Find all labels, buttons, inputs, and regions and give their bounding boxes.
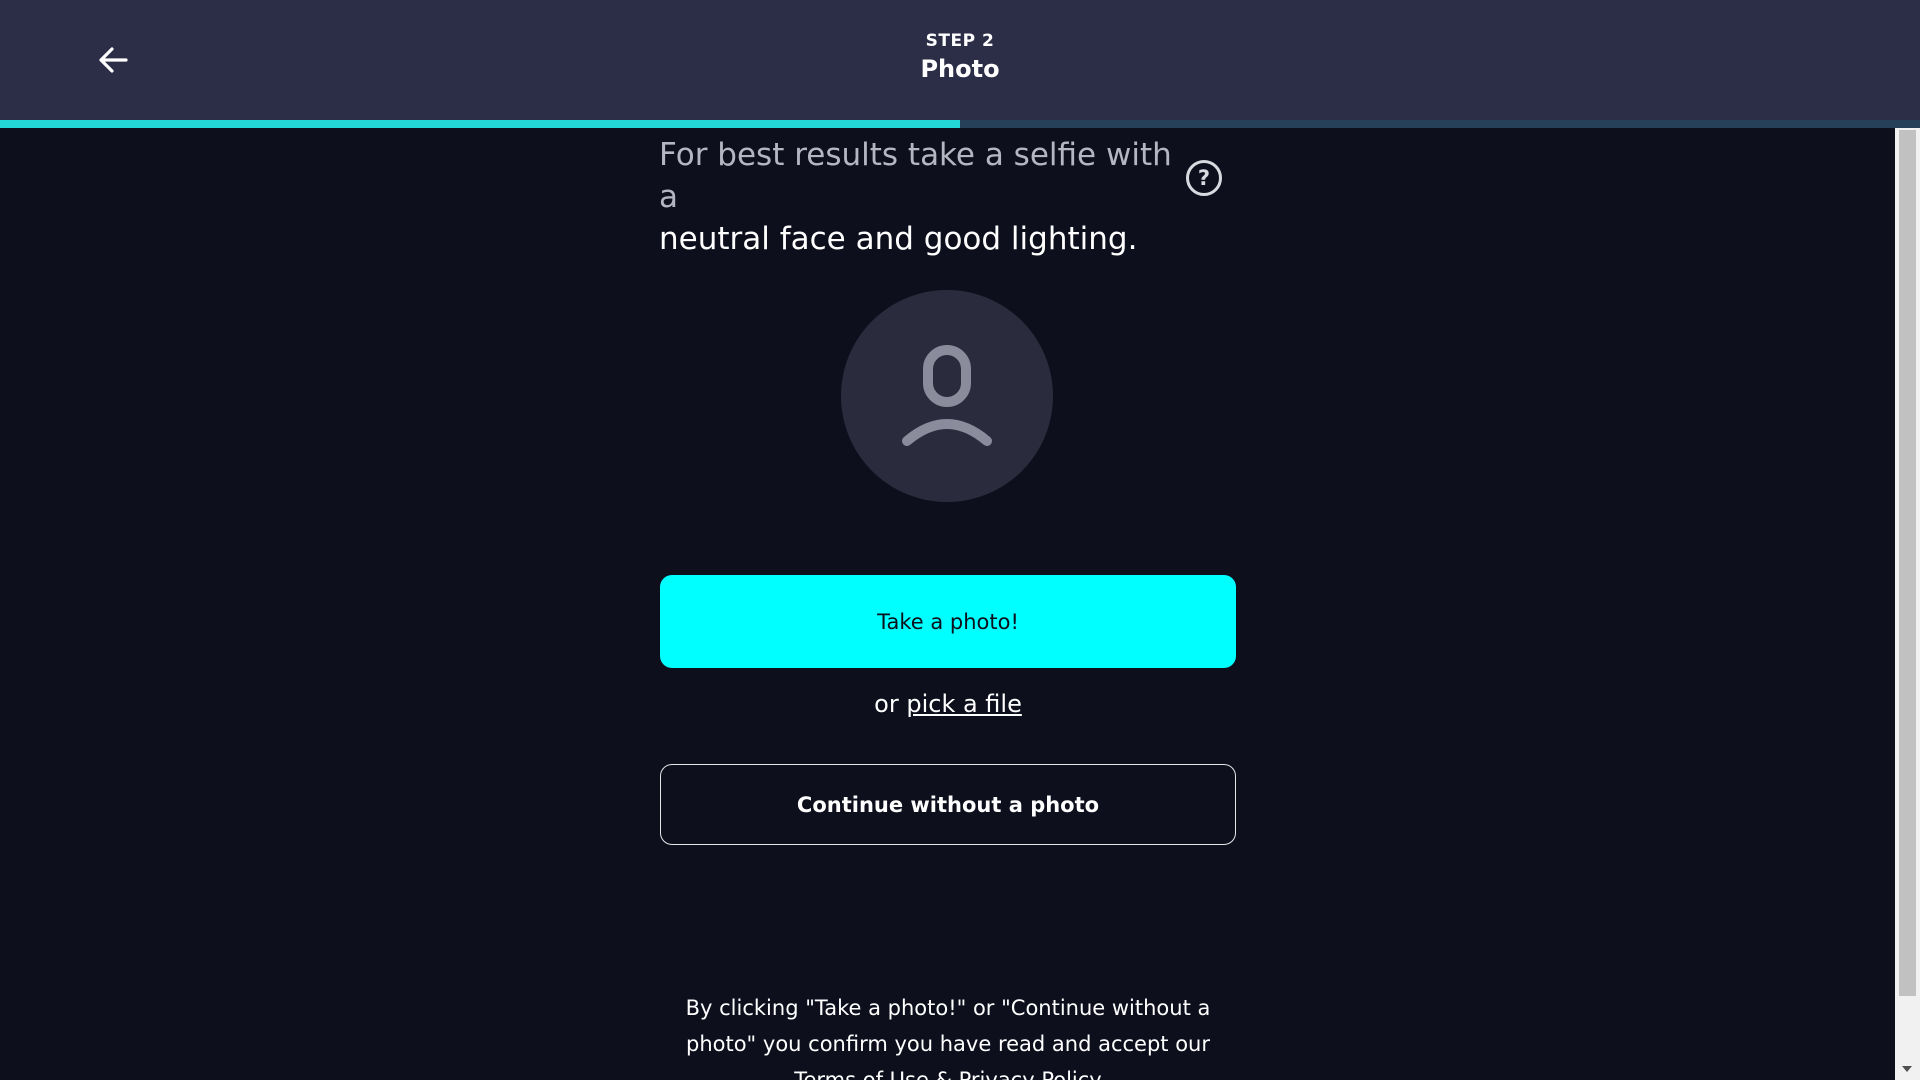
instruction-text: For best results take a selfie with a <box>659 137 1172 215</box>
scrollbar-thumb[interactable] <box>1899 130 1916 996</box>
terms-link[interactable]: Terms of Use & Privacy Policy <box>794 1068 1102 1080</box>
continue-without-photo-button[interactable]: Continue without a photo <box>660 764 1236 845</box>
question-circle-icon: ? <box>1197 166 1211 190</box>
progress-bar-fill <box>0 120 960 128</box>
instruction-emphasis: neutral face and good lighting. <box>659 221 1138 257</box>
avatar-placeholder <box>841 290 1053 502</box>
take-photo-button[interactable]: Take a photo! <box>660 575 1236 668</box>
pick-file-prefix: or <box>874 690 899 718</box>
scroll-down-arrow-icon[interactable] <box>1902 1066 1912 1072</box>
top-bar: STEP 2 Photo <box>0 0 1920 120</box>
pick-file-link[interactable]: pick a file <box>906 690 1022 718</box>
page-title: Photo <box>920 55 1000 83</box>
photo-instruction: For best results take a selfie with a ne… <box>659 134 1179 260</box>
user-placeholder-icon <box>902 345 992 446</box>
legal-text: By clicking "Take a photo!" or "Continue… <box>685 996 1211 1056</box>
progress-bar <box>0 120 1920 128</box>
step-label: STEP 2 <box>925 31 995 51</box>
photo-step-page: STEP 2 Photo For best results take a sel… <box>0 0 1920 1080</box>
pick-file-row: or pick a file <box>660 690 1236 718</box>
help-button[interactable]: ? <box>1186 160 1222 196</box>
legal-notice: By clicking "Take a photo!" or "Continue… <box>660 990 1236 1080</box>
step-heading: STEP 2 Photo <box>0 0 1920 83</box>
scrollbar[interactable] <box>1895 128 1920 1080</box>
